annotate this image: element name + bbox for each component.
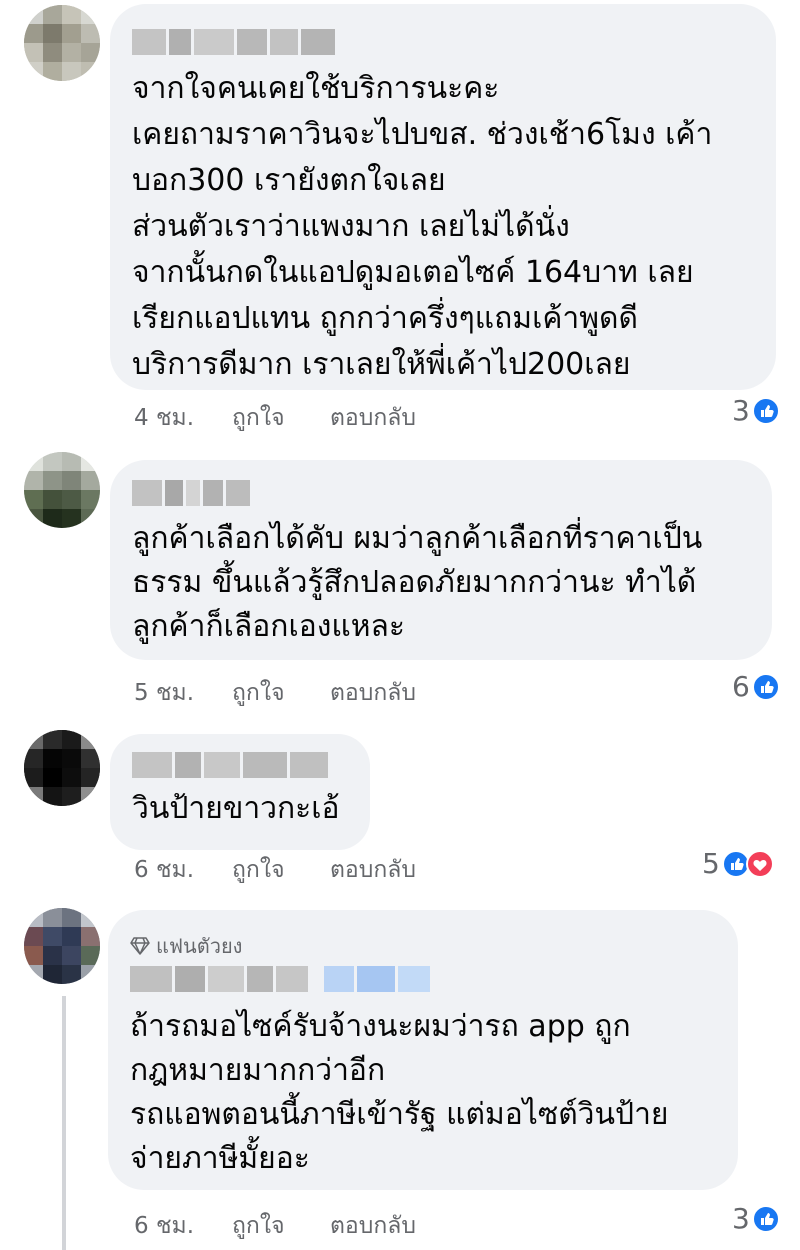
comment-line: รถแอพตอนนี้ภาษีเข้ารัฐ แต่มอไซต์วินป้าย xyxy=(130,1097,669,1132)
author-name-blurred[interactable] xyxy=(132,29,335,55)
like-icon xyxy=(751,396,780,425)
love-icon xyxy=(745,849,774,878)
comment-line: เคยถามราคาวินจะไปบขส. ช่วงเช้า6โมง เค้า xyxy=(132,117,713,152)
reaction-summary[interactable]: 3 xyxy=(732,1202,780,1235)
timestamp[interactable]: 4 ชม. xyxy=(134,400,232,436)
reaction-summary[interactable]: 5 xyxy=(702,847,774,880)
timestamp[interactable]: 5 ชม. xyxy=(134,675,232,711)
reaction-count: 5 xyxy=(702,847,720,880)
comment-bubble: แฟนตัวยง ถ้ารถมอไซค์รับจ้างนะผมว่ารถ app… xyxy=(108,910,738,1190)
avatar[interactable] xyxy=(24,730,100,806)
comment-actions: 4 ชม. ถูกใจ ตอบกลับ xyxy=(134,400,416,436)
comment-line: จากนั้นกดในแอปดูมอเตอไซค์ 164บาท เลย xyxy=(132,255,694,290)
comment-line: กฎหมายมากกว่าอีก xyxy=(130,1053,386,1088)
reaction-summary[interactable]: 3 xyxy=(732,394,780,427)
badge-label: แฟนตัวยง xyxy=(156,934,243,958)
comment-3: วินป้ายขาวกะเอ้ 6 ชม. ถูกใจ ตอบกลับ 5 xyxy=(0,710,800,890)
reply-button[interactable]: ตอบกลับ xyxy=(330,1208,416,1244)
timestamp[interactable]: 6 ชม. xyxy=(134,852,232,888)
like-button[interactable]: ถูกใจ xyxy=(232,675,330,711)
avatar[interactable] xyxy=(24,5,100,81)
comment-line: ลูกค้าเลือกได้คับ ผมว่าลูกค้าเลือกที่ราค… xyxy=(132,521,703,556)
comment-line: ธรรม ขึ้นแล้วรู้สึกปลอดภัยมากกว่านะ ทำได… xyxy=(132,565,697,600)
reply-thread-line xyxy=(62,996,66,1250)
like-button[interactable]: ถูกใจ xyxy=(232,400,330,436)
reaction-count: 3 xyxy=(732,1202,750,1235)
comment-2: ลูกค้าเลือกได้คับ ผมว่าลูกค้าเลือกที่ราค… xyxy=(0,440,800,710)
top-fan-badge: แฟนตัวยง xyxy=(130,930,242,962)
reaction-count: 3 xyxy=(732,394,750,427)
avatar[interactable] xyxy=(24,452,100,528)
comment-line: จากใจคนเคยใช้บริการนะคะ xyxy=(132,71,500,106)
comment-line: เรียกแอปแทน ถูกกว่าครึ่งๆแถมเค้าพูดดี xyxy=(132,301,638,336)
comment-bubble: วินป้ายขาวกะเอ้ xyxy=(110,734,370,850)
comment-actions: 6 ชม. ถูกใจ ตอบกลับ xyxy=(134,852,416,888)
comment-bubble: ลูกค้าเลือกได้คับ ผมว่าลูกค้าเลือกที่ราค… xyxy=(110,460,772,660)
comment-line: วินป้ายขาวกะเอ้ xyxy=(132,791,340,826)
reply-button[interactable]: ตอบกลับ xyxy=(330,400,416,436)
comment-actions: 6 ชม. ถูกใจ ตอบกลับ xyxy=(134,1208,416,1244)
like-button[interactable]: ถูกใจ xyxy=(232,852,330,888)
like-icon xyxy=(751,672,780,701)
reply-button[interactable]: ตอบกลับ xyxy=(330,675,416,711)
author-name-blurred[interactable] xyxy=(132,480,250,506)
author-name-blurred[interactable] xyxy=(130,966,430,992)
reaction-count: 6 xyxy=(732,670,750,703)
comment-bubble: จากใจคนเคยใช้บริการนะคะ เคยถามราคาวินจะไ… xyxy=(110,4,776,390)
timestamp[interactable]: 6 ชม. xyxy=(134,1208,232,1244)
comment-line: ลูกค้าก็เลือกเองแหละ xyxy=(132,609,405,644)
avatar[interactable] xyxy=(24,908,100,984)
comment-4: แฟนตัวยง ถ้ารถมอไซค์รับจ้างนะผมว่ารถ app… xyxy=(0,890,800,1250)
comment-line: บอก300 เรายังตกใจเลย xyxy=(132,163,446,198)
diamond-icon xyxy=(130,937,150,955)
reply-button[interactable]: ตอบกลับ xyxy=(330,852,416,888)
author-name-blurred[interactable] xyxy=(132,752,328,778)
comment-actions: 5 ชม. ถูกใจ ตอบกลับ xyxy=(134,675,416,711)
reaction-summary[interactable]: 6 xyxy=(732,670,780,703)
comment-line: บริการดีมาก เราเลยให้พี่เค้าไป200เลย xyxy=(132,347,631,382)
comment-line: จ่ายภาษีมั้ยอะ xyxy=(130,1141,310,1176)
comment-line: ถ้ารถมอไซค์รับจ้างนะผมว่ารถ app ถูก xyxy=(130,1009,631,1044)
like-icon xyxy=(751,1204,780,1233)
like-button[interactable]: ถูกใจ xyxy=(232,1208,330,1244)
comment-1: จากใจคนเคยใช้บริการนะคะ เคยถามราคาวินจะไ… xyxy=(0,0,800,440)
comment-line: ส่วนตัวเราว่าแพงมาก เลยไม่ได้นั่ง xyxy=(132,209,570,244)
